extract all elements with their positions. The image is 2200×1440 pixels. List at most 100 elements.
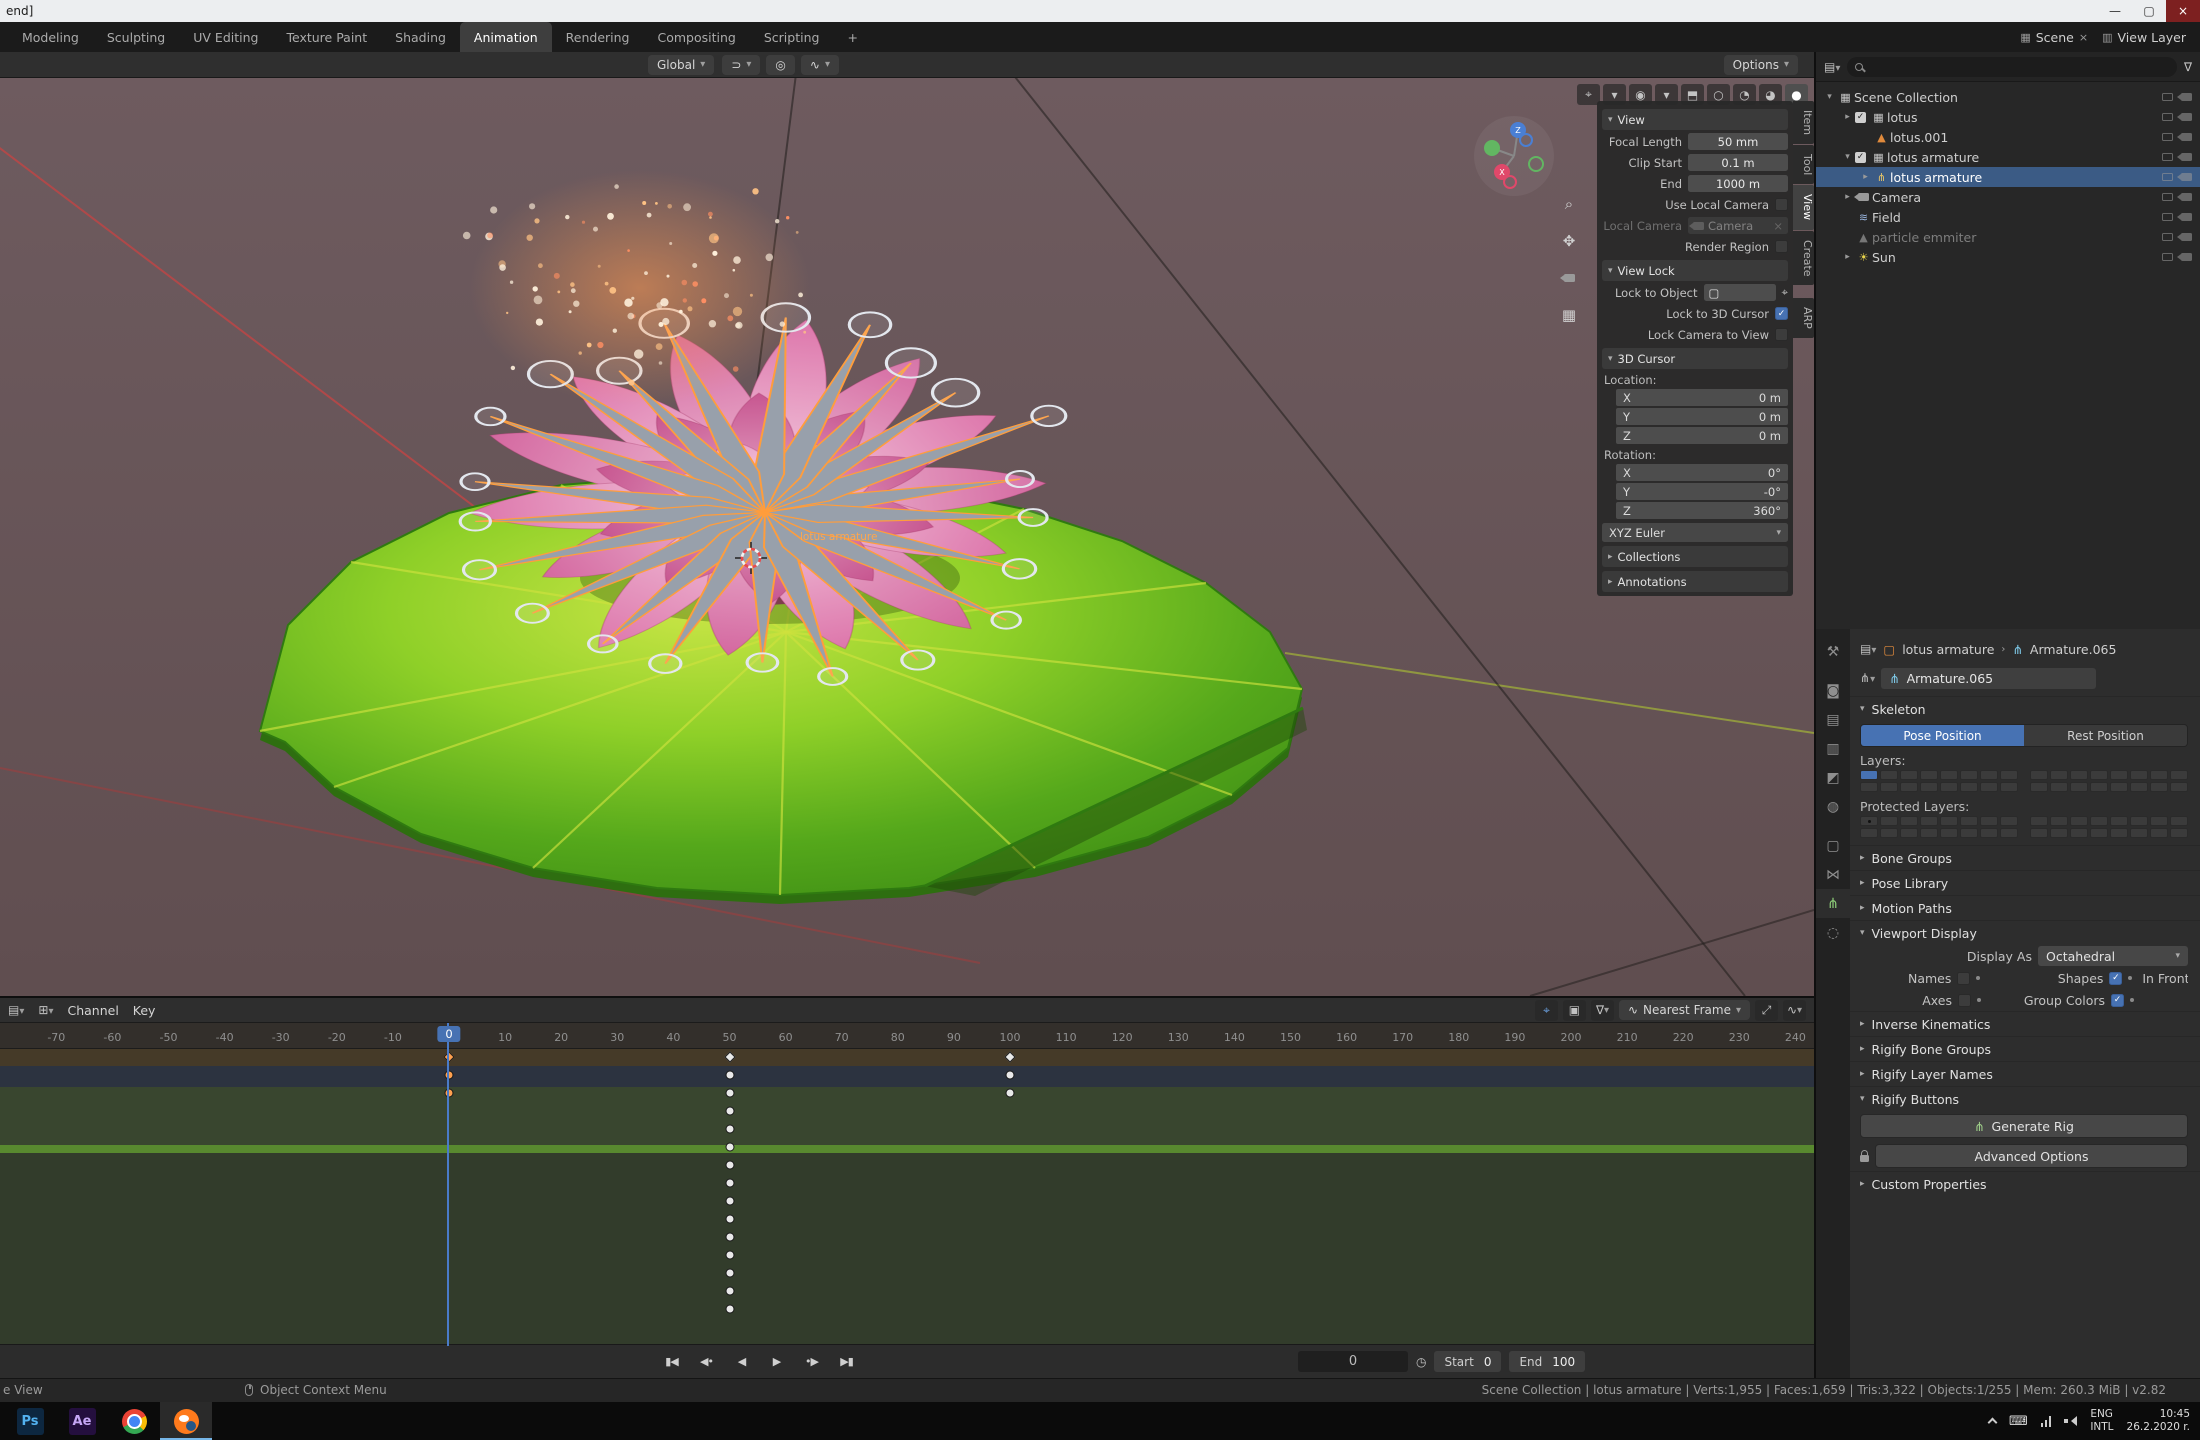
workspace-tab--[interactable]: + xyxy=(833,22,871,52)
layer-cell[interactable] xyxy=(2070,782,2088,792)
outliner-search-input[interactable] xyxy=(1847,57,2177,77)
axes-checkbox[interactable] xyxy=(1958,994,1971,1007)
layer-cell[interactable] xyxy=(1940,816,1958,826)
keyframe-dot[interactable] xyxy=(725,1143,734,1152)
start-frame-field[interactable]: Start0 xyxy=(1434,1351,1501,1372)
network-icon[interactable] xyxy=(2041,1416,2052,1427)
render-visibility-icon[interactable] xyxy=(2181,173,2192,181)
workspace-tab-compositing[interactable]: Compositing xyxy=(644,22,750,52)
channel-menu[interactable]: Channel xyxy=(67,1003,118,1018)
maximize-button[interactable]: ▢ xyxy=(2132,0,2166,22)
view-layer-selector[interactable]: ▥ View Layer xyxy=(2102,30,2186,45)
layer-cell[interactable] xyxy=(2150,828,2168,838)
properties-editor-dropdown[interactable]: ▤▾ xyxy=(1860,642,1876,656)
panel-header-bone-groups[interactable]: ▸Bone Groups xyxy=(1850,845,2200,870)
play-button[interactable]: ▶ xyxy=(760,1350,793,1373)
expander-icon[interactable]: ▸ xyxy=(1858,172,1873,182)
keyframe-dot[interactable] xyxy=(725,1107,734,1116)
layer-cell[interactable] xyxy=(2050,770,2068,780)
show-hidden-icon[interactable]: ▣ xyxy=(1563,1000,1586,1021)
outliner-row-sun[interactable]: ▸☀Sun xyxy=(1816,247,2200,267)
previous-keyframe-button[interactable]: ◀• xyxy=(690,1350,723,1373)
render-visibility-icon[interactable] xyxy=(2181,233,2192,241)
clear-icon[interactable]: × xyxy=(1773,219,1783,233)
layer-cell[interactable] xyxy=(2110,770,2128,780)
unlink-icon[interactable]: × xyxy=(2079,31,2088,44)
dope-sheet[interactable]: ▤▾ ⊞▾ Channel Key ⌖ ▣ ∇▾ ∿Nearest Frame▾… xyxy=(0,996,1814,1344)
outliner-row-particle-emmiter[interactable]: ▲particle emmiter xyxy=(1816,227,2200,247)
current-frame-field[interactable]: 0 xyxy=(1298,1351,1408,1372)
layer-cell[interactable] xyxy=(1900,816,1918,826)
clock[interactable]: 10:4526.2.2020 r. xyxy=(2127,1408,2190,1434)
constraints-tab-icon[interactable]: ⋈ xyxy=(1816,860,1850,889)
panel-header-pose-library[interactable]: ▸Pose Library xyxy=(1850,870,2200,895)
render-visibility-icon[interactable] xyxy=(2181,133,2192,141)
keyframe-dot[interactable] xyxy=(445,1071,454,1080)
layer-cell[interactable] xyxy=(2170,816,2188,826)
layer-cell[interactable] xyxy=(2170,828,2188,838)
layer-cell[interactable] xyxy=(1860,816,1878,826)
value-field[interactable]: 0.1 m xyxy=(1688,154,1788,171)
taskbar-app-blender[interactable] xyxy=(160,1402,212,1440)
generate-rig-button[interactable]: ⋔Generate Rig xyxy=(1860,1114,2188,1138)
zoom-icon[interactable]: ⌕ xyxy=(1556,192,1582,216)
outliner-display-mode-dropdown[interactable]: ▤▾ xyxy=(1824,60,1840,74)
render-visibility-icon[interactable] xyxy=(2181,153,2192,161)
cursor-location-y-field[interactable]: Y0 m xyxy=(1616,408,1788,425)
view-panel-header[interactable]: ▾View xyxy=(1602,109,1788,130)
transform-orientation-dropdown[interactable]: Global▾ xyxy=(648,55,714,75)
workspace-tab-animation[interactable]: Animation xyxy=(460,22,552,52)
eyedropper-icon[interactable]: ⌖ xyxy=(1782,285,1788,300)
layer-cell[interactable] xyxy=(1920,770,1938,780)
snap-dropdown[interactable]: ⊃▾ xyxy=(722,55,760,75)
workspace-tab-sculpting[interactable]: Sculpting xyxy=(93,22,179,52)
perspective-toggle-icon[interactable]: ▦ xyxy=(1556,303,1582,327)
keyframe-dot[interactable] xyxy=(1006,1089,1015,1098)
layer-cell[interactable] xyxy=(1960,828,1978,838)
rotation-mode-dropdown[interactable]: XYZ Euler▾ xyxy=(1602,523,1788,542)
layer-cell[interactable] xyxy=(2090,828,2108,838)
layer-cell[interactable] xyxy=(2170,782,2188,792)
layer-cell[interactable] xyxy=(2050,828,2068,838)
keyboard-icon[interactable]: ⌨ xyxy=(2009,1414,2028,1429)
panel-header-rigify-layer-names[interactable]: ▸Rigify Layer Names xyxy=(1850,1061,2200,1086)
keyframe-dot[interactable] xyxy=(725,1305,734,1314)
dope-sheet-mode-dropdown[interactable]: ⊞▾ xyxy=(38,1003,53,1017)
cursor-rotation-y-field[interactable]: Y-0° xyxy=(1616,483,1788,500)
viewport-visibility-icon[interactable] xyxy=(2162,133,2173,141)
timeline-ruler[interactable]: -70-60-50-40-30-20-100102030405060708090… xyxy=(0,1023,1814,1049)
layer-cell[interactable] xyxy=(2070,770,2088,780)
layer-cell[interactable] xyxy=(1980,828,1998,838)
layer-cell[interactable] xyxy=(1860,782,1878,792)
collection-checkbox[interactable]: ✓ xyxy=(1855,152,1866,163)
jump-to-start-button[interactable]: ▮◀ xyxy=(655,1350,688,1373)
lock-camera-checkbox[interactable] xyxy=(1775,328,1788,341)
panel-header-motion-paths[interactable]: ▸Motion Paths xyxy=(1850,895,2200,920)
object-tab-icon[interactable]: ▢ xyxy=(1816,831,1850,860)
layer-cell[interactable] xyxy=(2130,782,2148,792)
outliner-row-lotus-armature[interactable]: ▾✓▦lotus armature xyxy=(1816,147,2200,167)
playhead[interactable] xyxy=(447,1023,449,1346)
3d-scene[interactable]: lotus armature xyxy=(0,78,1814,996)
render-visibility-icon[interactable] xyxy=(2181,93,2192,101)
viewport-visibility-icon[interactable] xyxy=(2162,213,2173,221)
layer-cell[interactable] xyxy=(2170,770,2188,780)
skeleton-panel-header[interactable]: ▾Skeleton xyxy=(1850,696,2200,721)
layer-cell[interactable] xyxy=(2000,816,2018,826)
outliner-row-lotus-001[interactable]: ▲lotus.001 xyxy=(1816,127,2200,147)
render-visibility-icon[interactable] xyxy=(2181,193,2192,201)
layer-cell[interactable] xyxy=(2110,828,2128,838)
layer-cell[interactable] xyxy=(1900,828,1918,838)
layer-cell[interactable] xyxy=(2030,770,2048,780)
layer-cell[interactable] xyxy=(1880,782,1898,792)
expander-icon[interactable]: ▾ xyxy=(1840,152,1855,162)
pose-position-button[interactable]: Pose Position xyxy=(1861,725,2024,746)
local-camera-field[interactable]: Camera × xyxy=(1688,217,1788,234)
3d-viewport[interactable]: Global▾ ⊃▾ ◎ ∿▾ Options▾ ⌖▾◉▾⬒○◔◕● lotus… xyxy=(0,52,1814,996)
view-lock-panel-header[interactable]: ▾View Lock xyxy=(1602,260,1788,281)
workspace-tab-scripting[interactable]: Scripting xyxy=(750,22,834,52)
expander-icon[interactable]: ▸ xyxy=(1840,252,1855,262)
viewport-visibility-icon[interactable] xyxy=(2162,93,2173,101)
value-field[interactable]: 50 mm xyxy=(1688,133,1788,150)
render-visibility-icon[interactable] xyxy=(2181,113,2192,121)
